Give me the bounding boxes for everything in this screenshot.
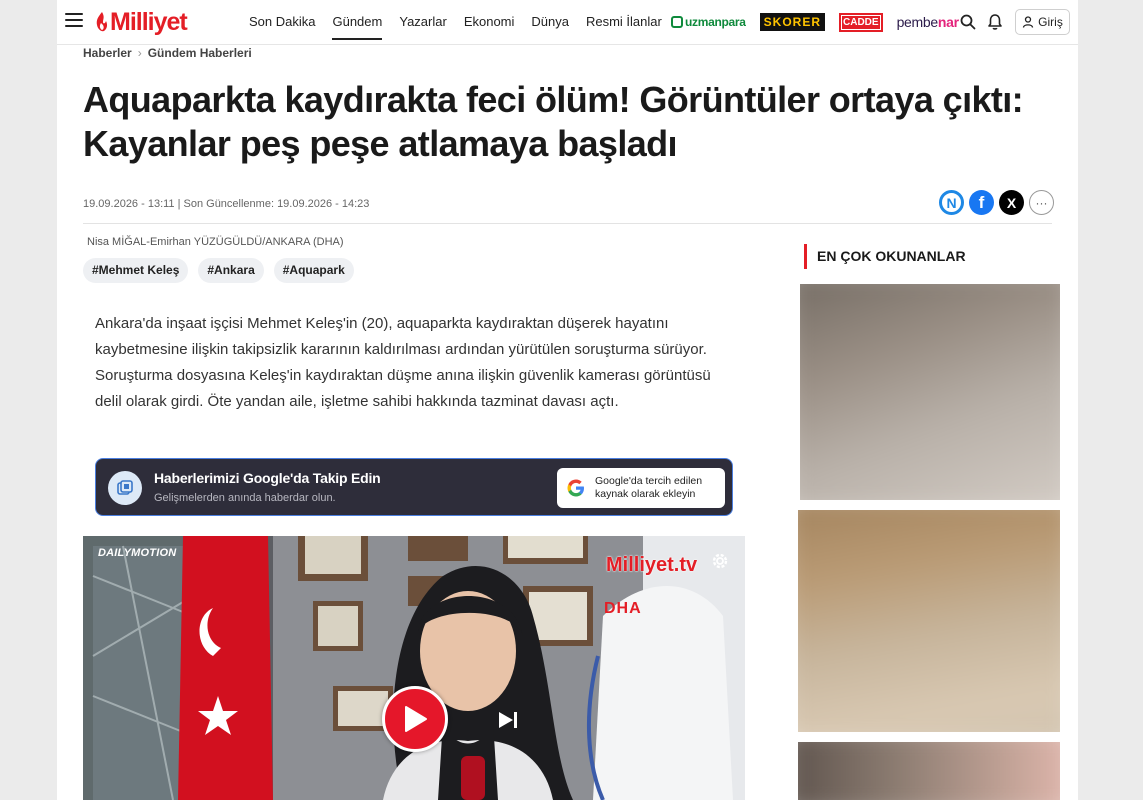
gear-icon[interactable]: [710, 551, 730, 571]
google-follow-banner: Haberlerimizi Google'da Takip Edin Geliş…: [95, 458, 733, 516]
site-header: Milliyet Son Dakika Gündem Yazarlar Ekon…: [57, 0, 1078, 45]
uzmanpara-icon: [671, 16, 683, 28]
pembenar-label-b: nar: [937, 14, 959, 30]
breadcrumb-gundem-haberleri[interactable]: Gündem Haberleri: [148, 46, 252, 60]
google-button-line-2: kaynak olarak ekleyin: [595, 488, 696, 500]
news-icon: [108, 471, 142, 505]
main-nav: Son Dakika Gündem Yazarlar Ekonomi Dünya…: [249, 0, 679, 44]
login-label: Giriş: [1038, 15, 1063, 29]
play-button[interactable]: [382, 686, 448, 752]
google-button-line-1: Google'da tercih edilen: [595, 475, 703, 487]
search-icon[interactable]: [960, 14, 976, 30]
blurred-thumbnail: [800, 284, 1060, 500]
blurred-thumbnail: [798, 742, 1060, 800]
breadcrumb: Haberler › Gündem Haberleri: [83, 46, 252, 60]
most-read-item[interactable]: [800, 284, 1060, 500]
skorer-link[interactable]: SKORER: [759, 13, 825, 31]
google-banner-title: Haberlerimizi Google'da Takip Edin: [154, 470, 381, 486]
nav-yazarlar[interactable]: Yazarlar: [399, 0, 446, 44]
article-lead: Ankara'da inşaat işçisi Mehmet Keleş'in …: [95, 315, 711, 410]
tag-aquapark[interactable]: #Aquapark: [273, 258, 354, 283]
milliyet-logo[interactable]: Milliyet: [95, 7, 188, 36]
hamburger-menu-icon[interactable]: [65, 13, 83, 27]
article-meta: 19.09.2026 - 13:11 | Son Güncellenme: 19…: [83, 198, 370, 210]
pembenar-link[interactable]: pembenar: [896, 14, 960, 30]
user-icon: [1023, 16, 1034, 28]
video-agency-logo: DHA: [604, 600, 642, 617]
breadcrumb-separator-icon: ›: [137, 46, 142, 60]
article-title: Aquaparkta kaydırakta feci ölüm! Görüntü…: [83, 79, 1024, 164]
nav-gundem[interactable]: Gündem: [332, 0, 382, 44]
flame-icon: [96, 12, 108, 32]
more-share-icon[interactable]: ···: [1029, 190, 1054, 215]
logo-text: Milliyet: [110, 7, 188, 36]
blurred-thumbnail: [798, 510, 1060, 732]
google-preferred-source-button[interactable]: Google'da tercih edilen kaynak olarak ek…: [557, 468, 725, 508]
nav-resmi-ilanlar[interactable]: Resmi İlanlar: [586, 0, 662, 44]
video-provider-label: DAILYMOTION: [98, 547, 177, 559]
uzmanpara-link[interactable]: uzmanpara: [671, 15, 746, 29]
most-read-item[interactable]: [798, 510, 1060, 732]
uzmanpara-label: uzmanpara: [685, 15, 746, 29]
most-read-item[interactable]: [798, 742, 1060, 800]
google-news-share-icon[interactable]: N: [939, 190, 964, 215]
google-button-text: Google'da tercih edilen kaynak olarak ek…: [595, 475, 702, 501]
skip-next-icon[interactable]: [497, 710, 519, 730]
partner-brands: uzmanpara SKORER CADDE pembenar: [671, 12, 973, 32]
breadcrumb-haberler[interactable]: Haberler: [83, 46, 132, 60]
most-read-title: EN ÇOK OKUNANLAR: [804, 244, 966, 269]
article-byline: Nisa MİĞAL-Emirhan YÜZÜGÜLDÜ/ANKARA (DHA…: [87, 236, 344, 248]
login-button[interactable]: Giriş: [1015, 9, 1070, 35]
video-channel-logo: Milliyet.tv: [606, 554, 698, 576]
nav-dunya[interactable]: Dünya: [531, 0, 569, 44]
page: Milliyet Son Dakika Gündem Yazarlar Ekon…: [57, 0, 1078, 800]
x-share-icon[interactable]: X: [999, 190, 1024, 215]
tag-list: #Mehmet Keleş #Ankara #Aquapark: [83, 258, 364, 283]
video-player[interactable]: DAILYMOTION Milliyet.tv DHA: [83, 536, 745, 800]
share-bar: N f X ···: [939, 190, 1059, 215]
bell-icon[interactable]: [987, 13, 1003, 31]
divider: [83, 223, 1052, 224]
pembenar-label-a: pembe: [896, 14, 939, 30]
cadde-link[interactable]: CADDE: [839, 12, 883, 32]
google-banner-subtitle: Gelişmelerden anında haberdar olun.: [154, 492, 336, 504]
nav-son-dakika[interactable]: Son Dakika: [249, 0, 315, 44]
tag-mehmet-keles[interactable]: #Mehmet Keleş: [83, 258, 189, 283]
google-g-icon: [567, 479, 584, 497]
nav-ekonomi[interactable]: Ekonomi: [464, 0, 515, 44]
facebook-share-icon[interactable]: f: [969, 190, 994, 215]
play-icon: [405, 706, 427, 732]
tag-ankara[interactable]: #Ankara: [198, 258, 264, 283]
